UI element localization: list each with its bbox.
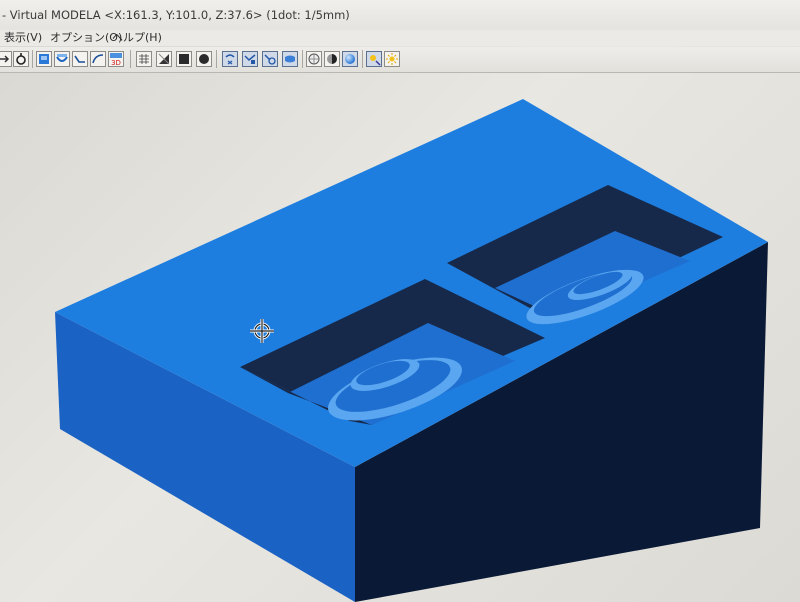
pan-icon[interactable] (242, 51, 258, 67)
edge-icon[interactable] (156, 51, 172, 67)
sphere-icon[interactable] (342, 51, 358, 67)
model-render (55, 99, 768, 602)
3d-label: 3D (111, 59, 121, 66)
screen: - Virtual MODELA <X:161.3, Y:101.0, Z:37… (0, 0, 800, 602)
menu-view[interactable]: 表示(V) (4, 30, 42, 46)
grid-icon[interactable] (136, 51, 152, 67)
fit-view-icon[interactable] (282, 51, 298, 67)
zoom-icon[interactable] (262, 51, 278, 67)
curve-icon[interactable] (90, 51, 106, 67)
3d-view-icon[interactable]: 3D (108, 51, 124, 67)
window-title: - Virtual MODELA <X:161.3, Y:101.0, Z:37… (2, 8, 350, 22)
arrow-icon[interactable] (0, 51, 12, 67)
cut-icon[interactable] (54, 51, 70, 67)
3d-viewport[interactable] (0, 73, 800, 602)
globe-icon[interactable] (306, 51, 322, 67)
menu-bar: 表示(V) オプション(O) ヘルプ(H) (0, 30, 800, 46)
solid-square-icon[interactable] (176, 51, 192, 67)
tool-icon[interactable] (13, 51, 29, 67)
light-icon[interactable] (366, 51, 382, 67)
shade-icon[interactable] (324, 51, 340, 67)
path-icon[interactable] (72, 51, 88, 67)
menu-help[interactable]: ヘルプ(H) (112, 30, 162, 46)
title-bar: - Virtual MODELA <X:161.3, Y:101.0, Z:37… (0, 0, 800, 30)
toolbar: 3D (0, 47, 800, 73)
solid-circle-icon[interactable] (196, 51, 212, 67)
sun-icon[interactable] (384, 51, 400, 67)
rotate-icon[interactable] (222, 51, 238, 67)
box-view-icon[interactable] (36, 51, 52, 67)
